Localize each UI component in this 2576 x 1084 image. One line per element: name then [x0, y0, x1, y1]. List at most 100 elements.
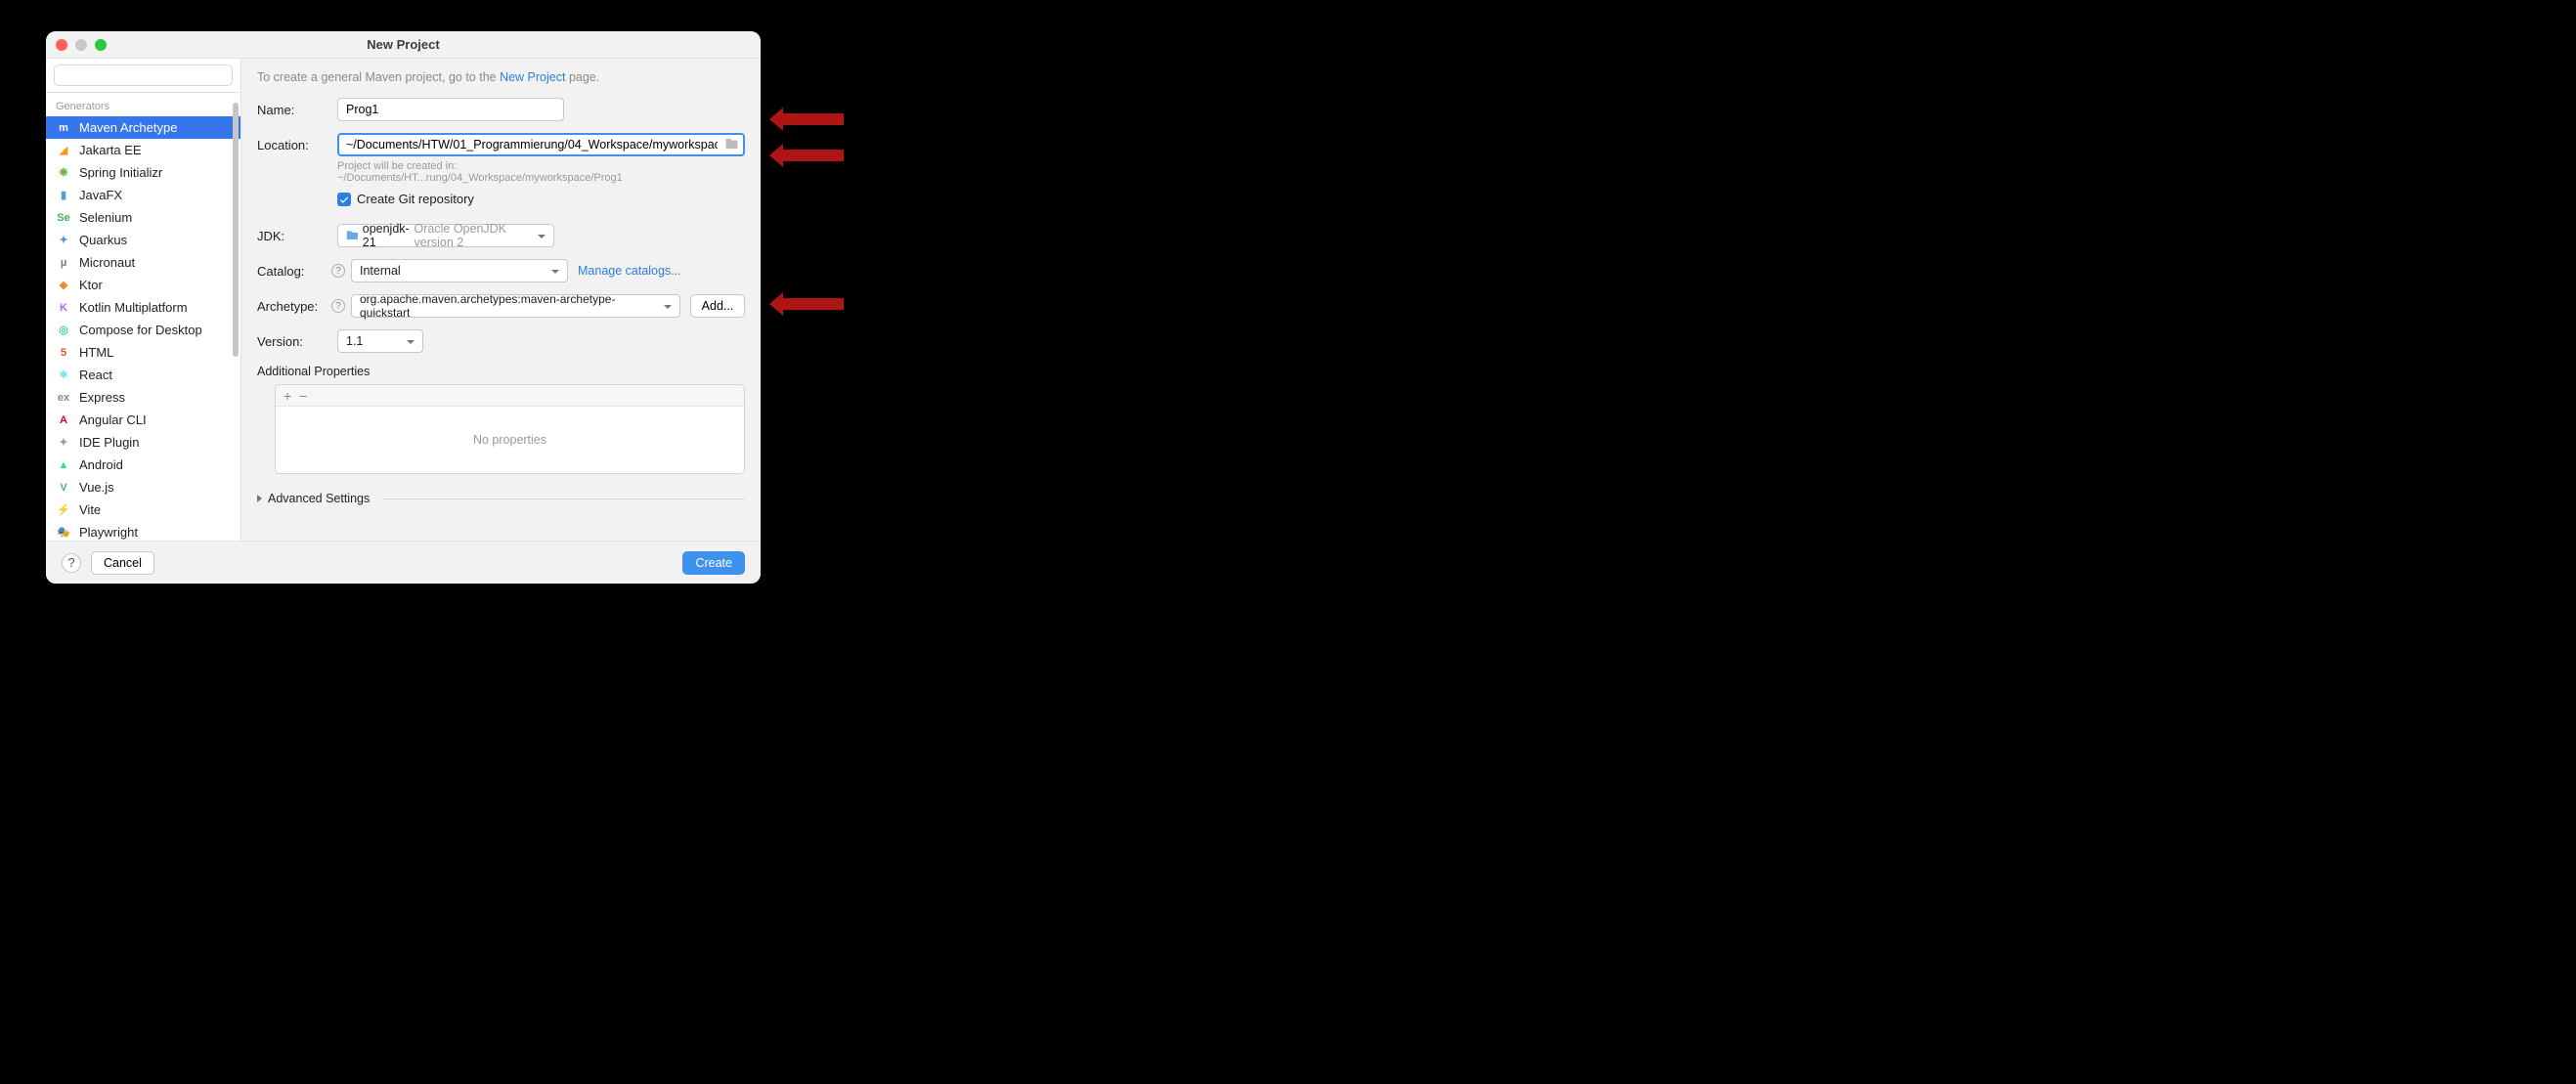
catalog-label: Catalog:	[257, 264, 337, 279]
callout-arrow-name	[781, 113, 844, 125]
jdk-label: JDK:	[257, 229, 337, 243]
create-git-label: Create Git repository	[357, 192, 474, 206]
selenium-icon: Se	[56, 210, 71, 226]
browse-folder-icon[interactable]	[724, 138, 739, 150]
playwright-icon: 🎭	[56, 525, 71, 541]
micronaut-icon: µ	[56, 255, 71, 271]
quarkus-icon: ✦	[56, 233, 71, 248]
android-icon: ▲	[56, 457, 71, 473]
generator-item-label: Vue.js	[79, 480, 114, 495]
generator-item-label: Ktor	[79, 278, 103, 292]
jakarta-icon: ◢	[56, 143, 71, 158]
compose-icon: ◎	[56, 323, 71, 338]
generator-item-vue-js[interactable]: V Vue.js	[46, 476, 240, 499]
generator-item-jakarta-ee[interactable]: ◢ Jakarta EE	[46, 139, 240, 161]
sidebar: Generators m Maven Archetype ◢ Jakarta EE ❋ S…	[46, 59, 241, 541]
vue-icon: V	[56, 480, 71, 496]
generator-item-quarkus[interactable]: ✦ Quarkus	[46, 229, 240, 251]
generator-item-label: Express	[79, 390, 125, 405]
dialog-footer: ? Cancel Create	[46, 541, 761, 584]
generator-item-micronaut[interactable]: µ Micronaut	[46, 251, 240, 274]
jdk-dropdown[interactable]: openjdk-21 Oracle OpenJDK version 2	[337, 224, 554, 247]
folder-icon	[346, 228, 359, 243]
generator-item-selenium[interactable]: Se Selenium	[46, 206, 240, 229]
generator-item-express[interactable]: ex Express	[46, 386, 240, 409]
html-icon: 5	[56, 345, 71, 361]
generator-item-label: Playwright	[79, 525, 138, 540]
callout-arrow-archetype	[781, 298, 844, 310]
generator-item-label: Jakarta EE	[79, 143, 142, 157]
name-input[interactable]	[337, 98, 564, 121]
advanced-settings-toggle[interactable]: Advanced Settings	[257, 492, 745, 505]
name-label: Name:	[257, 103, 337, 117]
generator-item-android[interactable]: ▲ Android	[46, 454, 240, 476]
generator-item-label: JavaFX	[79, 188, 122, 202]
generator-item-ktor[interactable]: ◆Ktor	[46, 274, 240, 296]
location-input[interactable]	[337, 133, 745, 156]
main-panel: To create a general Maven project, go to…	[241, 59, 761, 541]
angular-icon: A	[56, 412, 71, 428]
generator-item-label: React	[79, 368, 112, 382]
create-git-checkbox[interactable]	[337, 193, 351, 206]
callout-arrow-location	[781, 150, 844, 161]
catalog-help-icon[interactable]: ?	[331, 264, 345, 278]
no-properties-text: No properties	[276, 407, 744, 473]
archetype-label: Archetype:	[257, 299, 337, 314]
generators-header: Generators	[46, 93, 240, 116]
generator-item-vite[interactable]: ⚡ Vite	[46, 499, 240, 521]
vite-icon: ⚡	[56, 502, 71, 518]
maven-icon: m	[56, 120, 71, 136]
ide-plugin-icon: ✦	[56, 435, 71, 451]
help-button[interactable]: ?	[62, 553, 81, 573]
generator-item-label: Quarkus	[79, 233, 127, 247]
generator-item-label: Spring Initializr	[79, 165, 162, 180]
titlebar: New Project	[46, 31, 761, 59]
generator-item-label: Kotlin Multiplatform	[79, 300, 188, 315]
location-label: Location:	[257, 138, 337, 152]
manage-catalogs-link[interactable]: Manage catalogs...	[578, 264, 681, 278]
generator-item-label: Maven Archetype	[79, 120, 177, 135]
chevron-right-icon	[257, 495, 262, 502]
additional-properties-label: Additional Properties	[257, 365, 745, 378]
generator-item-label: Android	[79, 457, 123, 472]
javafx-icon: ▮	[56, 188, 71, 203]
create-button[interactable]: Create	[682, 551, 745, 575]
generator-item-playwright[interactable]: 🎭 Playwright	[46, 521, 240, 541]
generator-item-label: Angular CLI	[79, 412, 147, 427]
generator-item-angular-cli[interactable]: A Angular CLI	[46, 409, 240, 431]
generator-item-label: IDE Plugin	[79, 435, 139, 450]
add-archetype-button[interactable]: Add...	[690, 294, 745, 318]
catalog-dropdown[interactable]: Internal	[351, 259, 568, 282]
generator-item-label: HTML	[79, 345, 113, 360]
new-project-link[interactable]: New Project	[500, 70, 565, 84]
generator-item-spring-initializr[interactable]: ❋ Spring Initializr	[46, 161, 240, 184]
archetype-help-icon[interactable]: ?	[331, 299, 345, 313]
generator-item-ide-plugin[interactable]: ✦ IDE Plugin	[46, 431, 240, 454]
version-label: Version:	[257, 334, 337, 349]
intro-text: To create a general Maven project, go to…	[257, 70, 745, 84]
window-title: New Project	[46, 37, 761, 52]
generator-item-compose-for-desktop[interactable]: ◎ Compose for Desktop	[46, 319, 240, 341]
new-project-dialog: New Project Generators m Maven Archetype ◢…	[46, 31, 761, 584]
generator-search-input[interactable]	[54, 65, 233, 86]
additional-properties-panel: + − No properties	[275, 384, 745, 474]
location-hint: Project will be created in: ~/Documents/…	[337, 160, 745, 184]
react-icon: ⚛	[56, 368, 71, 383]
generator-item-label: Micronaut	[79, 255, 135, 270]
generator-item-label: Compose for Desktop	[79, 323, 202, 337]
spring-icon: ❋	[56, 165, 71, 181]
archetype-dropdown[interactable]: org.apache.maven.archetypes:maven-archet…	[351, 294, 680, 318]
generator-item-javafx[interactable]: ▮ JavaFX	[46, 184, 240, 206]
generator-item-label: Vite	[79, 502, 101, 517]
generator-item-kotlin-multiplatform[interactable]: KKotlin Multiplatform	[46, 296, 240, 319]
version-dropdown[interactable]: 1.1	[337, 329, 423, 353]
generator-item-react[interactable]: ⚛ React	[46, 364, 240, 386]
sidebar-scrollbar[interactable]	[233, 103, 239, 357]
express-icon: ex	[56, 390, 71, 406]
cancel-button[interactable]: Cancel	[91, 551, 154, 575]
generator-item-label: Selenium	[79, 210, 132, 225]
generator-item-maven-archetype[interactable]: m Maven Archetype	[46, 116, 240, 139]
remove-property-button[interactable]: −	[299, 389, 307, 403]
add-property-button[interactable]: +	[284, 389, 291, 403]
generator-item-html[interactable]: 5 HTML	[46, 341, 240, 364]
